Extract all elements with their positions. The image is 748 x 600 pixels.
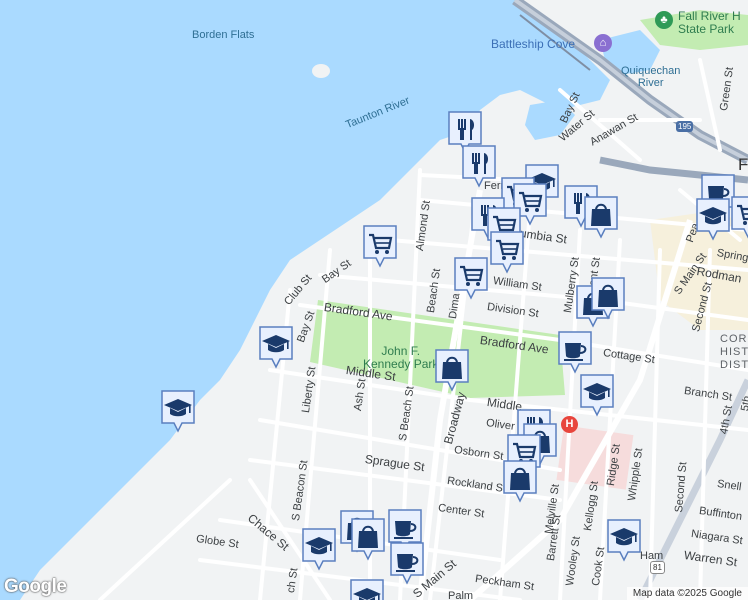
label-state-park[interactable]: Fall River H State Park (678, 10, 741, 36)
poi-pin-shopping[interactable] (583, 195, 619, 239)
poi-pin-grocery[interactable] (453, 256, 489, 300)
map-data-credit[interactable]: Map data ©2025 Google (626, 587, 748, 600)
poi-pin-school[interactable] (579, 373, 615, 417)
poi-pin-shopping[interactable] (590, 276, 626, 320)
poi-pin-cafe[interactable] (389, 541, 425, 585)
poi-pin-restaurant[interactable] (461, 144, 497, 188)
island (312, 64, 330, 78)
route-195-shield: 195 (676, 121, 694, 132)
label-corky-row-district: CORK HIST DIST (720, 333, 748, 371)
poi-pin-grocery[interactable] (362, 224, 398, 268)
poi-pin-cafe[interactable] (557, 330, 593, 374)
poi-pin-school[interactable] (301, 527, 337, 571)
poi-pin-school[interactable] (258, 325, 294, 369)
poi-pin-school[interactable] (695, 197, 731, 241)
label-f-edge: F (738, 155, 748, 174)
shopping-bag-icon (584, 196, 618, 239)
cart-icon (454, 257, 488, 300)
school-icon (696, 198, 730, 241)
cart-icon (731, 196, 748, 239)
shopping-bag-icon (351, 518, 385, 561)
school-icon (580, 374, 614, 417)
shopping-bag-icon (503, 460, 537, 503)
shopping-bag-icon (435, 349, 469, 392)
route-81-shield: 81 (650, 561, 665, 574)
coffee-cup-icon (390, 542, 424, 585)
poi-pin-grocery[interactable] (489, 230, 525, 274)
poi-pin-school[interactable] (349, 578, 385, 600)
school-icon (259, 326, 293, 369)
cart-icon (363, 225, 397, 268)
coffee-cup-icon (558, 331, 592, 374)
shopping-bag-icon (591, 277, 625, 320)
street-palm: Palm (448, 590, 474, 600)
battleship-cove-icon: ⌂ (594, 34, 612, 52)
cart-icon (490, 231, 524, 274)
label-quiquechan: Quiquechan River (621, 65, 681, 89)
hospital-icon[interactable]: H (561, 416, 578, 433)
park-tree-icon: ♣ (655, 11, 673, 29)
street-5th-st: 5th (739, 394, 748, 413)
school-icon (350, 579, 384, 600)
school-icon (302, 528, 336, 571)
poi-pin-shopping[interactable] (350, 517, 386, 561)
poi-pin-school[interactable] (160, 389, 196, 433)
label-borden-flats: Borden Flats (192, 29, 255, 41)
poi-pin-school[interactable] (606, 518, 642, 562)
school-icon (161, 390, 195, 433)
google-logo: Google (4, 576, 67, 597)
school-icon (607, 519, 641, 562)
poi-pin-grocery[interactable] (730, 195, 748, 239)
poi-pin-shopping[interactable] (502, 459, 538, 503)
poi-pin-shopping[interactable] (434, 348, 470, 392)
fork-knife-icon (462, 145, 496, 188)
label-battleship-cove[interactable]: Battleship Cove (491, 37, 575, 51)
map-canvas[interactable]: Borden Flats Taunton River Battleship Co… (0, 0, 748, 600)
